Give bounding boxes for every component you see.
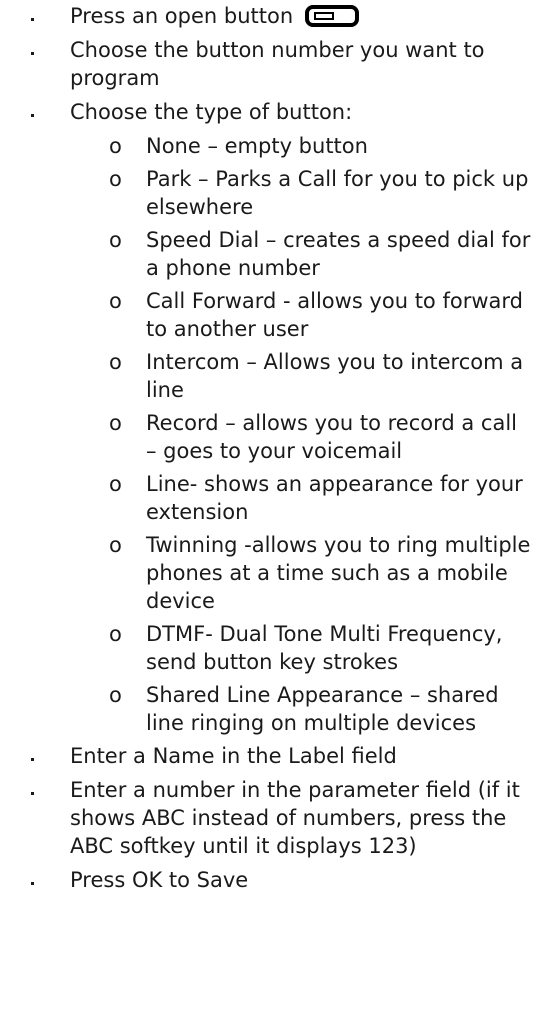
step-text: Enter a number in the parameter field (i…	[70, 778, 520, 858]
step-choose-button-number: Choose the button number you want to pro…	[0, 36, 539, 92]
step-text: Choose the button number you want to pro…	[70, 38, 485, 90]
step-enter-parameter-number: Enter a number in the parameter field (i…	[0, 776, 539, 860]
step-press-open-button: Press an open button	[0, 2, 539, 30]
button-type-text: Speed Dial – creates a speed dial for a …	[146, 228, 531, 280]
open-button-key-icon	[304, 5, 359, 27]
sub-bullet-marker: o	[109, 533, 122, 557]
button-type-item: o Twinning -allows you to ring multiple …	[0, 531, 539, 615]
button-type-text: Line- shows an appearance for your exten…	[146, 472, 523, 524]
button-type-item: o Speed Dial – creates a speed dial for …	[0, 226, 539, 282]
button-type-text: Record – allows you to record a call – g…	[146, 411, 517, 463]
sub-bullet-marker: o	[109, 350, 122, 374]
button-type-item: o Intercom – Allows you to intercom a li…	[0, 348, 539, 404]
instruction-document: Press an open button Choose the button n…	[0, 0, 539, 1011]
button-type-item: o Line- shows an appearance for your ext…	[0, 470, 539, 526]
button-type-item: o Record – allows you to record a call –…	[0, 409, 539, 465]
button-type-item: o Call Forward - allows you to forward t…	[0, 287, 539, 343]
button-type-text: Shared Line Appearance – shared line rin…	[146, 683, 499, 735]
step-text: Press OK to Save	[70, 868, 249, 892]
button-type-text: None – empty button	[146, 134, 368, 158]
step-text: Enter a Name in the Label field	[70, 744, 397, 768]
sub-bullet-marker: o	[109, 472, 122, 496]
button-type-list: o None – empty button o Park – Parks a C…	[0, 132, 539, 737]
button-type-text: Park – Parks a Call for you to pick up e…	[146, 167, 529, 219]
sub-bullet-marker: o	[109, 289, 122, 313]
sub-bullet-marker: o	[109, 167, 122, 191]
step-choose-button-type: Choose the type of button:	[0, 98, 539, 126]
sub-bullet-marker: o	[109, 411, 122, 435]
button-type-item: o Shared Line Appearance – shared line r…	[0, 681, 539, 737]
step-press-ok-to-save: Press OK to Save	[0, 866, 539, 894]
sub-bullet-marker: o	[109, 228, 122, 252]
button-type-item: o None – empty button	[0, 132, 539, 160]
button-type-item: o DTMF- Dual Tone Multi Frequency, send …	[0, 620, 539, 676]
button-type-text: Intercom – Allows you to intercom a line	[146, 350, 524, 402]
step-enter-label-name: Enter a Name in the Label field	[0, 742, 539, 770]
button-type-text: DTMF- Dual Tone Multi Frequency, send bu…	[146, 622, 503, 674]
sub-bullet-marker: o	[109, 683, 122, 707]
step-text: Press an open button	[70, 4, 294, 28]
sub-bullet-marker: o	[109, 622, 122, 646]
step-text: Choose the type of button:	[70, 100, 353, 124]
button-type-item: o Park – Parks a Call for you to pick up…	[0, 165, 539, 221]
button-type-text: Call Forward - allows you to forward to …	[146, 289, 523, 341]
button-type-text: Twinning -allows you to ring multiple ph…	[146, 533, 531, 613]
sub-bullet-marker: o	[109, 134, 122, 158]
